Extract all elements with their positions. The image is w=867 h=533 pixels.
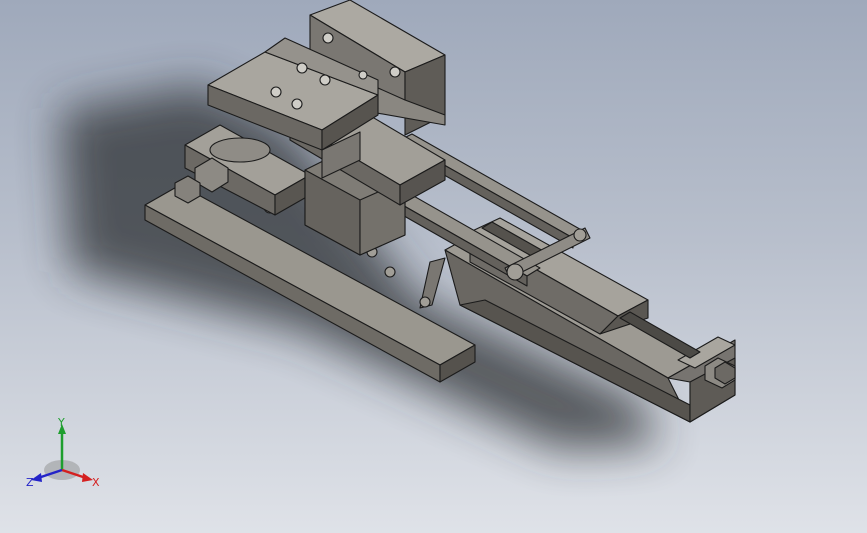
y-axis-label: Y <box>57 418 65 429</box>
vise-assembly-model[interactable] <box>0 0 867 533</box>
orientation-triad: Y X Z <box>26 418 100 489</box>
3d-viewport[interactable]: Y X Z <box>0 0 867 533</box>
x-axis-label: X <box>92 476 100 489</box>
z-axis-label: Z <box>26 476 34 489</box>
